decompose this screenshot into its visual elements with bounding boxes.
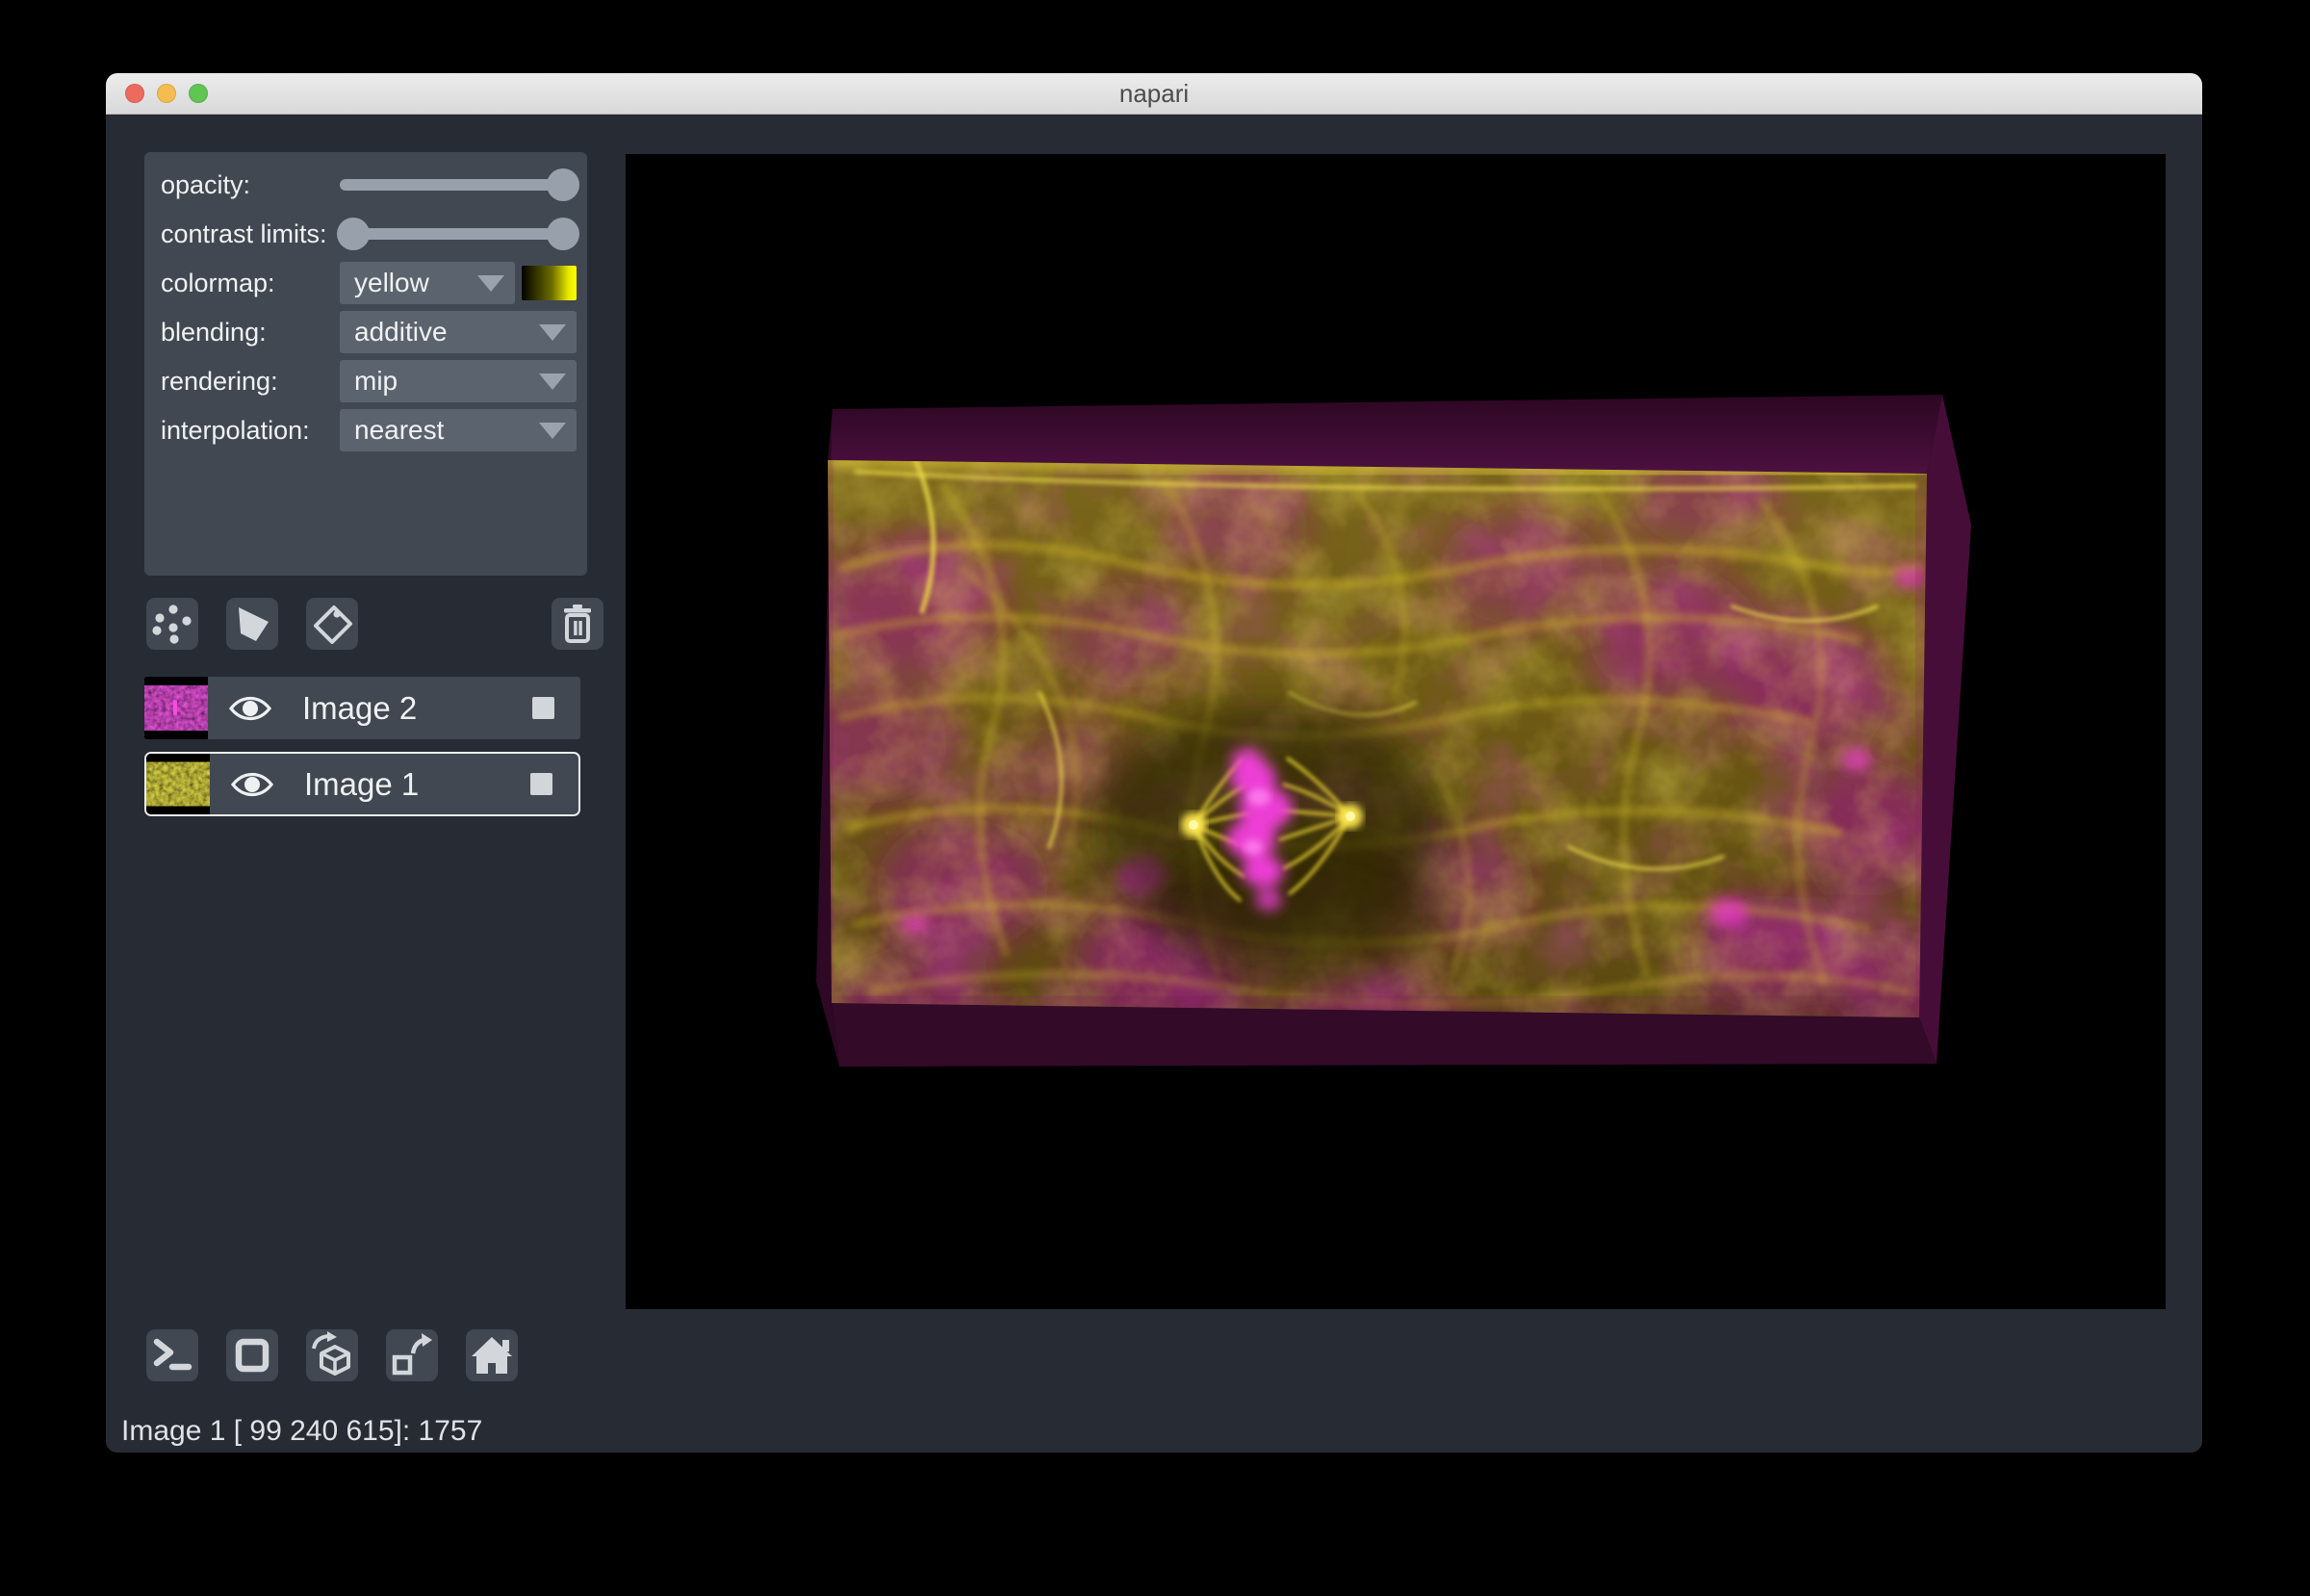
console-button[interactable] — [146, 1329, 198, 1381]
blending-value: additive — [354, 317, 448, 348]
titlebar[interactable]: napari — [106, 73, 2202, 115]
visibility-eye-icon[interactable] — [228, 693, 272, 724]
layer-row-image1[interactable]: Image 1 — [144, 752, 580, 816]
colormap-gradient-swatch — [522, 266, 577, 300]
home-icon — [466, 1329, 518, 1381]
chevron-down-icon — [477, 275, 504, 292]
opacity-slider[interactable] — [340, 164, 577, 206]
viewer-buttons — [144, 1329, 580, 1381]
rendering-label: rendering: — [157, 367, 340, 397]
shapes-icon — [226, 598, 278, 650]
opacity-label: opacity: — [157, 170, 340, 200]
contrast-low-handle[interactable] — [337, 218, 370, 250]
cursor-status-text: Image 1 [ 99 240 615]: 1757 — [121, 1415, 482, 1448]
contrast-limits-slider[interactable] — [340, 213, 577, 255]
minimize-button[interactable] — [157, 84, 176, 103]
zoom-button[interactable] — [189, 84, 208, 103]
colormap-value: yellow — [354, 268, 429, 298]
colormap-label: colormap: — [157, 269, 340, 298]
interpolation-dropdown[interactable]: nearest — [340, 409, 577, 451]
opacity-slider-handle[interactable] — [547, 168, 579, 201]
opacity-slider-track[interactable] — [340, 179, 577, 191]
contrast-high-handle[interactable] — [547, 218, 579, 250]
status-bar: Image 1 [ 99 240 615]: 1757 — [121, 1412, 482, 1451]
interpolation-label: interpolation: — [157, 416, 340, 446]
roll-dimensions-button[interactable] — [306, 1329, 358, 1381]
close-button[interactable] — [125, 84, 144, 103]
traffic-lights — [125, 84, 208, 103]
square-2d-icon — [226, 1329, 278, 1381]
interpolation-value: nearest — [354, 415, 444, 446]
layer-mode-square — [532, 697, 554, 719]
add-points-button[interactable] — [146, 598, 198, 650]
layer-thumbnail-image2 — [144, 677, 208, 739]
transpose-arrow-icon — [386, 1329, 438, 1381]
add-shapes-button[interactable] — [226, 598, 278, 650]
add-labels-button[interactable] — [306, 598, 358, 650]
layer-row-image2[interactable]: Image 2 — [144, 677, 580, 739]
layer-name: Image 1 — [304, 766, 419, 803]
layer-thumbnail-image1 — [146, 754, 210, 814]
napari-window: napari opacity: contrast limits: — [106, 73, 2202, 1453]
visibility-eye-icon[interactable] — [230, 769, 274, 800]
delete-layer-button[interactable] — [552, 598, 603, 650]
viewer-canvas[interactable] — [626, 154, 2166, 1309]
trash-icon — [552, 598, 603, 650]
chevron-down-icon — [539, 373, 566, 390]
contrast-limits-label: contrast limits: — [157, 219, 340, 249]
console-icon — [146, 1329, 198, 1381]
labels-icon — [306, 598, 358, 650]
blending-label: blending: — [157, 318, 340, 348]
rendering-dropdown[interactable]: mip — [340, 360, 577, 402]
points-icon — [146, 598, 198, 650]
desktop: napari opacity: contrast limits: — [0, 0, 2310, 1596]
window-title: napari — [1119, 79, 1189, 109]
layer-buttons — [144, 598, 580, 650]
chevron-down-icon — [539, 423, 566, 439]
colormap-dropdown[interactable]: yellow — [340, 262, 515, 304]
transpose-dimensions-button[interactable] — [386, 1329, 438, 1381]
ndisplay-toggle-button[interactable] — [226, 1329, 278, 1381]
cube-roll-icon — [306, 1329, 358, 1381]
layer-controls-panel: opacity: contrast limits: colormap: — [144, 152, 587, 576]
contrast-limits-track[interactable] — [340, 228, 577, 240]
layer-name: Image 2 — [302, 690, 417, 727]
chevron-down-icon — [539, 324, 566, 341]
main-content: opacity: contrast limits: colormap: — [106, 115, 2202, 1453]
blending-dropdown[interactable]: additive — [340, 311, 577, 353]
layer-mode-square — [530, 773, 552, 795]
home-button[interactable] — [466, 1329, 518, 1381]
volume-rendering — [626, 154, 2166, 1309]
rendering-value: mip — [354, 366, 398, 397]
